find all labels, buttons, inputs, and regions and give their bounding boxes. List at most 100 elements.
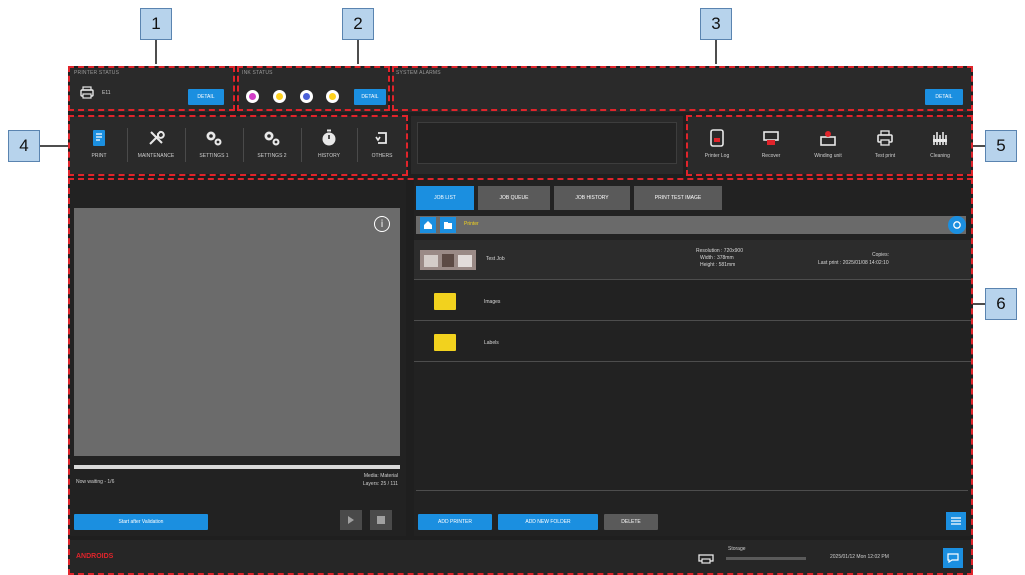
refresh-button[interactable] [948,216,966,234]
callout-5: 5 [985,130,1017,162]
callout-6-leader [972,303,985,305]
preview-canvas: i [74,208,400,456]
folder-name: Images [484,299,501,305]
winding-unit-icon [820,131,836,146]
ink-panel-title: INK STATUS [242,70,273,76]
maintenance-recover-label: Recover [761,153,781,159]
alarms-panel-title: SYSTEM ALARMS [396,70,441,76]
preview-info-line-2: Layers: 25 / 111 [362,481,398,487]
maintenance-toolbar: Printer Log Recover Winding unit Test pr… [687,116,971,174]
job-thumbnail [420,250,476,270]
folder-name: Labels [484,340,499,346]
printer-name: E11 [102,90,111,96]
job-detail-1: Resolution : 720x900 [696,248,743,254]
tab-job-list[interactable]: JOB LIST [416,186,474,210]
maintenance-test-print-label: Test print [874,153,896,159]
rotate-icon [375,132,387,144]
home-button[interactable] [420,217,436,233]
alarms-detail-button[interactable]: DETAIL [925,89,963,105]
add-printer-button[interactable]: ADD PRINTER [418,514,492,530]
delete-label: DELETE [621,519,641,525]
play-icon [348,516,354,524]
tool-history[interactable]: HISTORY [302,116,356,172]
file-list-bottom-border [416,490,968,491]
callout-1-leader [155,40,157,64]
printer-status-panel: PRINTER STATUS E11 DETAIL [70,68,234,112]
current-path: Printer [464,221,479,227]
add-folder-label: ADD NEW FOLDER [525,519,571,525]
print-job-icon [93,130,105,146]
gears-icon [264,131,280,146]
folder-icon [434,334,456,351]
printer-status-icon [698,554,714,564]
maintenance-printer-log-label: Printer Log [704,153,730,159]
app-screen: PRINTER STATUS E11 DETAIL INK STATUS DET… [68,66,973,575]
tool-settings-2-label: SETTINGS 2 [257,153,287,159]
stop-icon [377,516,385,524]
maintenance-recover[interactable]: Recover [745,116,797,172]
stop-button[interactable] [370,510,392,530]
add-folder-button[interactable]: ADD NEW FOLDER [498,514,598,530]
play-button[interactable] [340,510,362,530]
start-print-button[interactable]: Start after Validation [74,514,208,530]
tool-print-label: PRINT [91,153,107,159]
job-meta-1: Copies: [872,252,889,258]
chat-icon [947,553,959,563]
recover-icon [763,131,779,145]
status-bar: ANDROIDS Storage 2025/01/12 Mon 12:02 PM [68,540,973,575]
list-item[interactable]: Images [414,281,971,321]
printer-log-icon [710,129,724,147]
maintenance-cleaning-label: Cleaning [930,153,950,159]
tools-toolbar: PRINT MAINTENANCE SETTINGS 1 SETTINGS 2 [70,116,407,174]
info-icon[interactable]: i [374,216,390,232]
tool-print[interactable]: PRINT [72,116,126,172]
maintenance-cleaning[interactable]: Cleaning [913,116,967,172]
delete-button[interactable]: DELETE [604,514,658,530]
list-item[interactable]: Labels [414,322,971,362]
tool-others[interactable]: OTHERS [358,116,406,172]
home-icon [424,221,432,229]
ink-drop-yellow [273,90,286,103]
tool-others-label: OTHERS [371,153,393,159]
callout-3-leader [715,40,717,64]
tool-maintenance[interactable]: MAINTENANCE [128,116,184,172]
list-item[interactable]: Test Job Resolution : 720x900 Width : 37… [414,240,971,280]
callout-3: 3 [700,8,732,40]
preview-info-line-1: Media: Material [363,473,398,479]
printer-icon [80,86,94,99]
printer-detail-button[interactable]: DETAIL [188,89,224,105]
tool-settings-2[interactable]: SETTINGS 2 [244,116,300,172]
ink-drop-magenta [246,90,259,103]
ink-drop-yellow-2 [326,90,339,103]
maintenance-test-print[interactable]: Test print [859,116,911,172]
callout-4: 4 [8,130,40,162]
tab-job-history[interactable]: JOB HISTORY [554,186,630,210]
ink-detail-button[interactable]: DETAIL [354,89,386,105]
callout-2: 2 [342,8,374,40]
tool-settings-1[interactable]: SETTINGS 1 [186,116,242,172]
tool-settings-1-label: SETTINGS 1 [199,153,229,159]
ink-drop-blue [300,90,313,103]
tab-job-queue[interactable]: JOB QUEUE [478,186,550,210]
wrench-icon [149,130,165,145]
up-folder-button[interactable] [440,217,456,233]
folder-icon [434,293,456,310]
stopwatch-icon [322,129,336,146]
job-meta-2: Last print : 2025/01/08 14:02:10 [818,260,889,266]
maintenance-winding-unit[interactable]: Winding unit [799,116,857,172]
maintenance-printer-log[interactable]: Printer Log [691,116,743,172]
brand-logo: ANDROIDS [76,553,114,560]
job-detail-3: Height : 581mm [700,262,736,268]
tool-history-label: HISTORY [317,153,341,159]
tab-print-test-image[interactable]: PRINT TEST IMAGE [634,186,722,210]
refresh-icon [953,221,961,229]
list-view-button[interactable] [946,512,966,530]
add-printer-label: ADD PRINTER [438,519,472,525]
messages-button[interactable] [943,548,963,568]
file-browser-panel: JOB LIST JOB QUEUE JOB HISTORY PRINT TES… [414,180,971,536]
job-name: Test Job [486,256,505,262]
callout-2-leader [357,40,359,64]
file-tabs: JOB LIST JOB QUEUE JOB HISTORY PRINT TES… [416,186,816,210]
callout-4-leader [40,145,68,147]
callout-5-leader [972,145,985,147]
